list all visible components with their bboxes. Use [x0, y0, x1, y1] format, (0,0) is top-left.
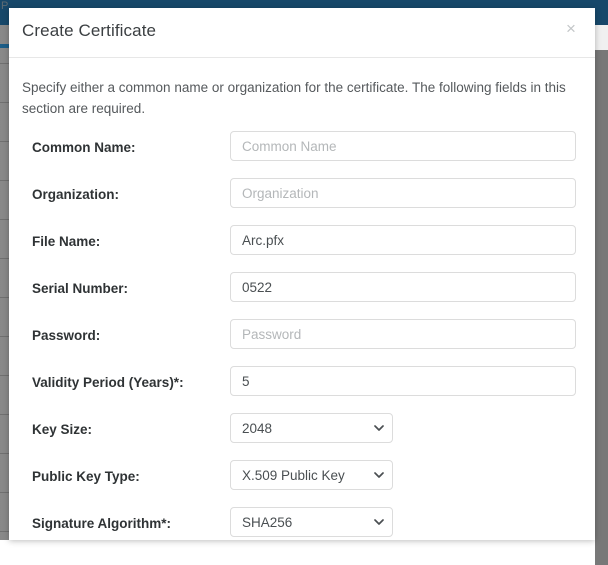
label-password: Password:: [32, 328, 100, 343]
signature-algorithm-select[interactable]: SHA256: [230, 507, 393, 537]
file-name-input[interactable]: [230, 225, 576, 255]
dialog-description: Specify either a common name or organiza…: [22, 77, 569, 119]
create-certificate-dialog: Create Certificate × Specify either a co…: [9, 8, 595, 540]
label-public-key-type: Public Key Type:: [32, 469, 140, 484]
backdrop-ghost-letter: P: [1, 1, 8, 12]
form-row-signature-algorithm: Signature Algorithm*: SHA256: [9, 503, 595, 540]
validity-period-input[interactable]: [230, 366, 576, 396]
common-name-input[interactable]: [230, 131, 576, 161]
page-scrollbar-track[interactable]: [595, 25, 608, 540]
form-row-common-name: Common Name:: [9, 127, 595, 174]
form-row-file-name: File Name:: [9, 221, 595, 268]
form-row-key-size: Key Size: 2048: [9, 409, 595, 456]
form-row-public-key-type: Public Key Type: X.509 Public Key: [9, 456, 595, 503]
public-key-type-select-wrap: X.509 Public Key: [230, 460, 393, 490]
form-row-serial-number: Serial Number:: [9, 268, 595, 315]
serial-number-input[interactable]: [230, 272, 576, 302]
key-size-select[interactable]: 2048: [230, 413, 393, 443]
close-icon[interactable]: ×: [560, 18, 582, 40]
key-size-select-wrap: 2048: [230, 413, 393, 443]
label-common-name: Common Name:: [32, 140, 136, 155]
label-key-size: Key Size:: [32, 422, 92, 437]
label-signature-algorithm: Signature Algorithm*:: [32, 516, 171, 531]
label-serial-number: Serial Number:: [32, 281, 128, 296]
dialog-title: Create Certificate: [22, 21, 156, 41]
dialog-header: Create Certificate ×: [9, 8, 595, 58]
password-input[interactable]: [230, 319, 576, 349]
form-row-validity-period: Validity Period (Years)*:: [9, 362, 595, 409]
page-scrollbar-thumb[interactable]: [595, 50, 608, 565]
label-validity-period: Validity Period (Years)*:: [32, 375, 184, 390]
label-organization: Organization:: [32, 187, 119, 202]
organization-input[interactable]: [230, 178, 576, 208]
certificate-form: Common Name: Organization: File Name: Se…: [9, 127, 595, 540]
form-row-password: Password:: [9, 315, 595, 362]
backdrop-left-table-rows: [0, 25, 9, 540]
label-file-name: File Name:: [32, 234, 100, 249]
form-row-organization: Organization:: [9, 174, 595, 221]
backdrop-left-accent-bar: [0, 44, 9, 48]
public-key-type-select[interactable]: X.509 Public Key: [230, 460, 393, 490]
signature-algorithm-select-wrap: SHA256: [230, 507, 393, 537]
